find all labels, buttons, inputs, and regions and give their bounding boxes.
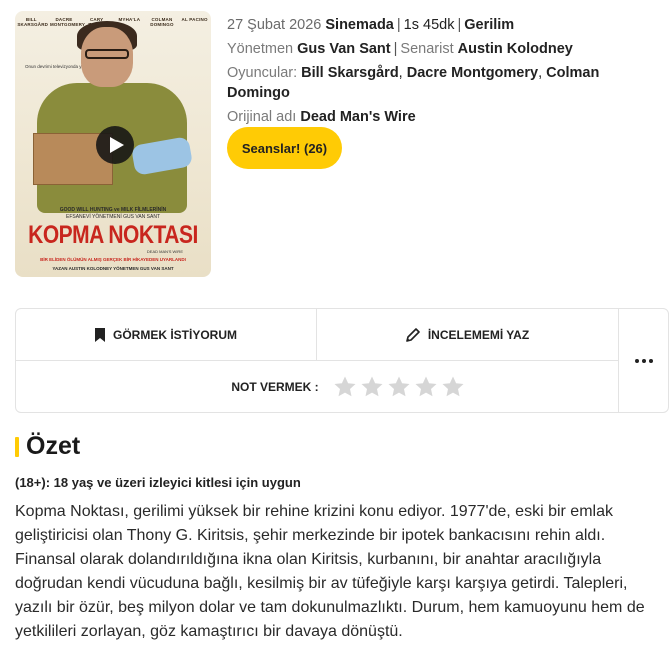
rating-row: NOT VERMEK : [16, 361, 619, 412]
separator: | [396, 17, 401, 33]
trailer-play-button[interactable] [96, 126, 134, 164]
star-icon[interactable] [414, 375, 438, 399]
duration: 1s 45dk [403, 17, 455, 33]
poster-original-title: DEAD MAN'S WIRE [146, 249, 183, 254]
summary-accent-bar [15, 436, 19, 457]
bookmark-icon [94, 327, 105, 342]
original-title-row: Orijinal adı Dead Man's Wire [227, 107, 657, 127]
genre-link[interactable]: Gerilim [464, 17, 514, 33]
summary-title: Özet [26, 432, 81, 460]
watchlist-label: GÖRMEK İSTİYORUM [112, 327, 237, 342]
star-icon[interactable] [441, 375, 465, 399]
poster-cast-name: BILL SKARSGÅRD [17, 17, 49, 27]
cast-link[interactable]: Bill Skarsgård [301, 65, 399, 81]
movie-info: 27 Şubat 2026 Sinemada | 1s 45dk | Gerilim Y… [227, 15, 657, 131]
star-icon[interactable] [360, 375, 384, 399]
more-icon [635, 358, 653, 363]
original-title: Dead Man's Wire [300, 109, 416, 125]
director-link[interactable]: Gus Van Sant [297, 41, 390, 57]
poster-cast-name: COLMAN DOMINGO [150, 17, 174, 27]
poster-credit: GOOD WILL HUNTING ve MILK FİLMLERİNİN [59, 207, 167, 213]
star-rating [333, 375, 465, 399]
director-label: Yönetmen [227, 41, 294, 57]
star-icon[interactable] [387, 375, 411, 399]
poster-credit-director: EFSANEVİ YÖNETMENİ GUS VAN SANT [66, 214, 160, 220]
movie-poster[interactable]: BILL SKARSGÅRD DACRE MONTGOMERY CARY ELW… [15, 11, 211, 277]
cast-label: Oyuncular: [227, 65, 298, 81]
play-icon [109, 137, 124, 153]
separator: | [457, 17, 462, 33]
star-icon[interactable] [333, 375, 357, 399]
release-date: 27 Şubat 2026 [227, 17, 322, 33]
summary-description: Kopma Noktası, gerilimi yüksek bir rehin… [15, 503, 645, 640]
crew-row: Yönetmen Gus Van Sant | Senarist Austin Ko… [227, 39, 657, 59]
summary-heading: Özet [15, 432, 80, 461]
poster-tagline-bottom: BİR ELİDEN ÖLÜMÜN ALMIŞ GERÇEK BİR HİKAY… [40, 257, 186, 262]
separator: | [393, 41, 398, 57]
writer-label: Senarist [400, 41, 454, 57]
poster-cast-name: DACRE MONTGOMERY [49, 17, 86, 27]
original-title-label: Orijinal adı [227, 109, 297, 125]
write-review-button[interactable]: İNCELEMEMİ YAZ [317, 309, 619, 361]
watchlist-button[interactable]: GÖRMEK İSTİYORUM [16, 309, 317, 361]
writer-link[interactable]: Austin Kolodney [458, 41, 573, 57]
pen-icon [406, 327, 420, 342]
age-rating: (18+): 18 yaş ve üzeri izleyici kitlesi … [15, 475, 301, 490]
release-status: Sinemada [325, 17, 394, 33]
sessions-button[interactable]: Seanslar! (26) [227, 127, 342, 169]
poster-title: KOPMA NOKTASI [28, 221, 198, 250]
more-options-button[interactable] [619, 309, 669, 412]
poster-figure-glasses [85, 49, 129, 59]
cast-row: Oyuncular: Bill Skarsgård, Dacre Montgom… [227, 65, 600, 101]
cast-link[interactable]: Dacre Montgomery [407, 65, 538, 81]
poster-cast-name: AL PACINO [181, 17, 208, 22]
rating-label: NOT VERMEK : [231, 379, 319, 394]
review-label: İNCELEMEMİ YAZ [427, 327, 530, 342]
user-actions-panel: GÖRMEK İSTİYORUM İNCELEMEMİ YAZ NOT VERM… [15, 308, 669, 413]
release-row: 27 Şubat 2026 Sinemada | 1s 45dk | Gerilim [227, 15, 657, 35]
poster-bottom-credits: YAZAN AUSTIN KOLODNEY YÖNETMEN GUS VAN S… [52, 266, 174, 271]
